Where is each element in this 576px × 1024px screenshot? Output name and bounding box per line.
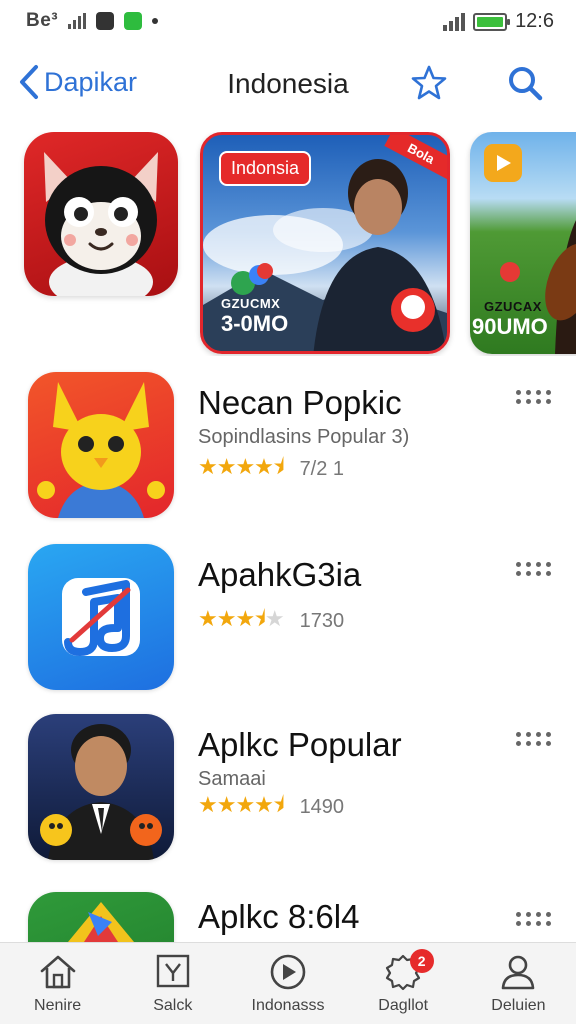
- app-icon: [28, 714, 174, 860]
- list-item[interactable]: Aplkc Popular Samaai ★★★★⯨ 1490: [0, 714, 576, 874]
- rating-stars: ★★★⯨★: [198, 606, 285, 631]
- tab-home[interactable]: Nenire: [0, 943, 115, 1024]
- person-icon: [502, 955, 535, 990]
- app-rating: ★★★★⯨ 7/2 1: [198, 450, 344, 488]
- rating-count: 7/2 1: [299, 457, 345, 480]
- more-notifications-icon: [152, 18, 159, 24]
- status-left: Be³: [26, 10, 159, 32]
- tab-label: Indonasss: [251, 997, 325, 1014]
- page-title: Indonesia: [227, 68, 349, 99]
- tab-indonesia[interactable]: Indonasss: [230, 943, 345, 1024]
- app-name: Necan Popkic: [198, 384, 402, 421]
- tab-profile[interactable]: Deluien: [461, 943, 576, 1024]
- app-icon: [28, 544, 174, 690]
- list-item[interactable]: Necan Popkic Sopindlasins Popular 3) ★★★…: [0, 372, 576, 532]
- rating-stars: ★★★★⯨: [198, 792, 285, 817]
- yellow-creature-illustration: [37, 382, 165, 518]
- favorite-button[interactable]: [410, 64, 448, 107]
- notification-badge: 2: [409, 949, 434, 973]
- app-name: Aplkc Popular: [198, 726, 402, 763]
- carrier-label: Be³: [26, 10, 59, 31]
- rating-count: 1730: [299, 609, 345, 632]
- app-subtitle: Sopindlasins Popular 3): [198, 426, 410, 448]
- list-item[interactable]: ApahkG3ia ★★★⯨★ 1730: [0, 544, 576, 704]
- cartoon-cat-illustration: [44, 152, 158, 296]
- search-icon: [509, 67, 543, 101]
- back-label: Dapikar: [44, 66, 138, 97]
- small-signal-icon: [68, 13, 87, 29]
- search-button[interactable]: [506, 64, 544, 107]
- featured-banner-second[interactable]: GZUCAX 90UMO: [470, 132, 576, 354]
- more-options-button[interactable]: [516, 732, 551, 750]
- tab-label: Salck: [153, 997, 193, 1014]
- notification-app-icon: [96, 12, 115, 30]
- bottom-tab-bar: Nenire Salck Indonasss 2 Dagllot Deluien: [0, 942, 576, 1024]
- banner-tag: Indonsia: [219, 151, 312, 186]
- chevron-left-icon: [20, 65, 38, 99]
- app-name: ApahkG3ia: [198, 556, 362, 593]
- banner-subtitle: GZUCMX: [221, 296, 281, 311]
- battery-icon: [473, 12, 511, 31]
- back-button[interactable]: Dapikar: [18, 64, 137, 100]
- clock: 12:6: [515, 10, 554, 32]
- banner-headline: 90UMO: [472, 314, 548, 339]
- star-icon: [411, 65, 447, 100]
- notification-chat-icon: [124, 12, 143, 30]
- more-options-button[interactable]: [516, 562, 551, 580]
- music-note-icon: [62, 578, 140, 656]
- tab-label: Deluien: [491, 997, 546, 1014]
- status-right: 12:6: [443, 10, 554, 33]
- list-item[interactable]: Aplkc 8:6l4: [0, 886, 576, 942]
- rating-count: 1490: [299, 795, 345, 818]
- tab-label: Dagllot: [378, 997, 429, 1014]
- rating-stars: ★★★★⯨: [198, 454, 285, 479]
- play-icon: [270, 954, 306, 990]
- tab-salck[interactable]: Salck: [115, 943, 230, 1024]
- more-options-button[interactable]: [516, 390, 551, 408]
- app-icon: [28, 892, 174, 942]
- box-icon: [156, 954, 189, 988]
- status-bar: Be³ 12:6: [0, 0, 576, 40]
- colorful-arrow-icon: [68, 902, 134, 942]
- home-icon: [40, 955, 75, 989]
- signal-icon: [443, 12, 466, 31]
- app-name: Aplkc 8:6l4: [198, 898, 360, 935]
- app-rating: ★★★⯨★ 1730: [198, 602, 344, 640]
- tab-label: Nenire: [34, 997, 82, 1014]
- banner-headline: 3-0MO: [221, 311, 289, 336]
- featured-carousel[interactable]: Indonsia Bola GZUCMX 3-0MO GZUCAX 90UMO: [0, 132, 576, 356]
- tab-updates[interactable]: 2 Dagllot: [346, 943, 461, 1024]
- banner-subtitle: GZUCAX: [484, 299, 542, 314]
- man-with-mascots-illustration: [40, 724, 162, 860]
- more-options-button[interactable]: [516, 912, 551, 930]
- app-rating: ★★★★⯨ 1490: [198, 788, 344, 826]
- app-icon: [28, 372, 174, 518]
- featured-app-icon[interactable]: [24, 132, 178, 296]
- featured-banner-indonesia[interactable]: Indonsia Bola GZUCMX 3-0MO: [200, 132, 450, 354]
- nav-bar: Dapikar Indonesia: [0, 56, 576, 112]
